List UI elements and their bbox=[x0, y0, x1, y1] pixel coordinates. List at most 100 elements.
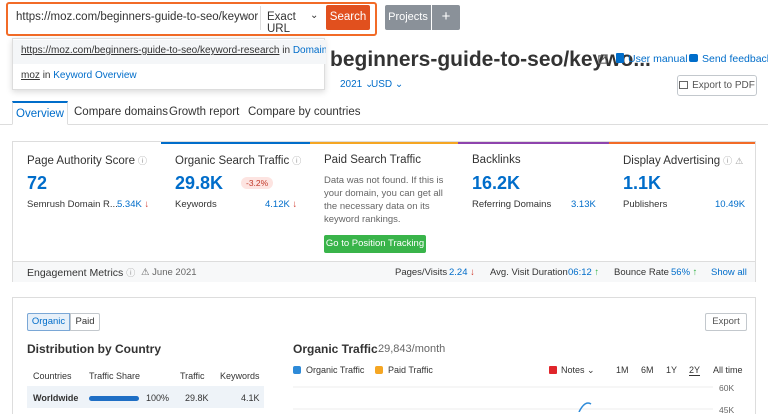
tab-compare-by-countries[interactable]: Compare by countries bbox=[248, 101, 361, 125]
chat-icon bbox=[689, 54, 698, 62]
send-feedback-label: Send feedback bbox=[702, 53, 768, 65]
traffic-value[interactable]: 29.8K bbox=[185, 393, 209, 403]
suggestion-in: in bbox=[42, 70, 51, 81]
user-manual-link[interactable]: User manual bbox=[616, 53, 688, 65]
suggestion-term: moz bbox=[21, 70, 40, 81]
metric-backlinks: Backlinks 16.2K Referring Domains 3.13K bbox=[458, 142, 609, 261]
metric-page-authority: Page Authority Score ⓘ 72 Semrush Domain … bbox=[13, 142, 161, 261]
add-project-button[interactable]: + bbox=[432, 5, 460, 30]
organic-toggle[interactable]: Organic bbox=[27, 313, 70, 331]
metric-sub-label: Semrush Domain R... bbox=[27, 199, 118, 210]
currency-select[interactable]: USD ⌄ bbox=[371, 79, 403, 90]
checkbox-icon bbox=[293, 366, 301, 374]
tab-growth-report[interactable]: Growth report bbox=[169, 101, 239, 125]
tab-compare-domains[interactable]: Compare domains bbox=[74, 101, 168, 125]
export-pdf-button[interactable]: Export to PDF bbox=[677, 75, 757, 96]
organic-traffic-title: Organic Traffic bbox=[293, 342, 378, 356]
arrow-up-icon: ↑ bbox=[692, 267, 698, 278]
legend-paid[interactable]: Paid Traffic bbox=[375, 365, 433, 375]
metric-value[interactable]: 16.2K bbox=[472, 173, 520, 194]
col-traffic: Traffic bbox=[180, 371, 205, 381]
country-name: Worldwide bbox=[33, 393, 79, 403]
info-icon[interactable]: ⓘ bbox=[126, 266, 135, 279]
bounce-label: Bounce Rate bbox=[614, 267, 669, 278]
engagement-date: ⚠ June 2021 bbox=[141, 267, 197, 278]
paid-toggle[interactable]: Paid bbox=[70, 313, 100, 331]
date-select[interactable]: 2021 ⌄ bbox=[340, 79, 373, 90]
duration-label: Avg. Visit Duration bbox=[490, 267, 568, 278]
metric-sub-value[interactable]: 5.34K ↓ bbox=[117, 199, 149, 210]
autocomplete-dropdown: https://moz.com/beginners-guide-to-seo/k… bbox=[12, 38, 326, 90]
warning-icon: ⚠ bbox=[735, 156, 744, 166]
date-label: 2021 bbox=[340, 79, 363, 90]
notes-dropdown[interactable]: Notes ⌄ bbox=[549, 365, 595, 376]
info-icon[interactable]: ⓘ bbox=[138, 154, 147, 167]
paid-empty-text: Data was not found. If this is your doma… bbox=[324, 175, 444, 225]
clear-icon[interactable]: × bbox=[243, 11, 249, 23]
arrow-down-icon: ↓ bbox=[292, 199, 298, 210]
metric-value[interactable]: 29.8K bbox=[175, 173, 223, 194]
range-6m[interactable]: 6M bbox=[641, 365, 654, 375]
info-icon[interactable]: ⓘ bbox=[292, 154, 301, 167]
duration-value[interactable]: 06:12 ↑ bbox=[568, 267, 599, 278]
warning-icon: ⚠ bbox=[141, 267, 150, 278]
suggestion-target: Keyword Overview bbox=[53, 70, 137, 81]
tab-overview[interactable]: Overview bbox=[12, 101, 68, 125]
tab-bar: Overview Compare domains Growth report C… bbox=[0, 101, 768, 125]
search-button[interactable]: Search bbox=[326, 5, 370, 30]
arrow-down-icon: ↓ bbox=[144, 199, 150, 210]
external-link-icon[interactable] bbox=[597, 54, 608, 65]
organic-traffic-monthly: 29,843/month bbox=[378, 343, 446, 355]
metric-sub-value[interactable]: 10.49K bbox=[715, 199, 745, 210]
range-2y[interactable]: 2Y bbox=[689, 365, 701, 376]
position-tracking-button[interactable]: Go to Position Tracking bbox=[324, 235, 426, 253]
engagement-metrics-row: Engagement Metrics ⓘ ⚠ June 2021 Pages/Vi… bbox=[13, 261, 755, 282]
bounce-value[interactable]: 56% ↑ bbox=[671, 267, 697, 278]
traffic-card: Organic Paid Export Distribution by Coun… bbox=[12, 297, 756, 414]
arrow-up-icon: ↑ bbox=[594, 267, 600, 278]
arrow-down-icon: ↓ bbox=[470, 267, 475, 278]
metric-sub-value[interactable]: 3.13K bbox=[571, 199, 596, 210]
metric-title: Display Advertising ⓘ ⚠ bbox=[623, 154, 744, 167]
metric-sub-label: Keywords bbox=[175, 199, 217, 210]
engagement-label: Engagement Metrics ⓘ bbox=[27, 266, 136, 279]
url-input[interactable]: https://moz.com/beginners-guide-to-seo/k… bbox=[10, 6, 258, 30]
metrics-card: Page Authority Score ⓘ 72 Semrush Domain … bbox=[12, 141, 756, 282]
metric-value[interactable]: 72 bbox=[27, 173, 47, 194]
currency-label: USD bbox=[371, 79, 393, 90]
distribution-title: Distribution by Country bbox=[27, 342, 161, 356]
suggestion-domain-overview[interactable]: https://moz.com/beginners-guide-to-seo/k… bbox=[13, 40, 326, 64]
legend-organic[interactable]: Organic Traffic bbox=[293, 365, 364, 375]
metric-value[interactable]: 1.1K bbox=[623, 173, 661, 194]
traffic-share-fill bbox=[89, 396, 139, 401]
metric-sub-value[interactable]: 4.12K ↓ bbox=[265, 199, 297, 210]
metric-paid-traffic: Paid Search Traffic Data was not found. … bbox=[310, 142, 458, 261]
metric-sub-label: Referring Domains bbox=[472, 199, 552, 210]
pages-visit-label: Pages/Visits bbox=[395, 267, 448, 278]
projects-button[interactable]: Projects bbox=[385, 5, 431, 30]
show-all-link[interactable]: Show all bbox=[711, 267, 747, 278]
export-button[interactable]: Export bbox=[705, 313, 747, 331]
pages-visit-value[interactable]: 2.24 ↓ bbox=[449, 267, 475, 278]
send-feedback-link[interactable]: Send feedback bbox=[689, 53, 768, 65]
print-icon bbox=[679, 81, 689, 89]
range-all-time[interactable]: All time bbox=[713, 365, 743, 375]
suggestion-target: Domain Ov... bbox=[292, 45, 326, 56]
suggestion-keyword-overview[interactable]: moz in Keyword Overview bbox=[13, 65, 326, 89]
traffic-share-value: 100% bbox=[146, 393, 170, 403]
book-icon bbox=[616, 53, 624, 63]
suggestion-in: in bbox=[282, 45, 291, 56]
info-icon[interactable]: ⓘ bbox=[723, 154, 732, 167]
keywords-value[interactable]: 4.1K bbox=[241, 393, 260, 403]
organic-traffic-chart bbox=[293, 386, 713, 412]
metric-title: Paid Search Traffic bbox=[324, 154, 421, 166]
range-1m[interactable]: 1M bbox=[616, 365, 629, 375]
y-tick: 60K bbox=[719, 383, 735, 393]
checkbox-icon bbox=[375, 366, 383, 374]
export-pdf-label: Export to PDF bbox=[692, 80, 755, 91]
metric-sub-label: Publishers bbox=[623, 199, 668, 210]
flag-icon bbox=[549, 366, 557, 374]
col-keywords: Keywords bbox=[220, 371, 260, 381]
range-1y[interactable]: 1Y bbox=[666, 365, 677, 375]
user-manual-label: User manual bbox=[628, 53, 688, 65]
